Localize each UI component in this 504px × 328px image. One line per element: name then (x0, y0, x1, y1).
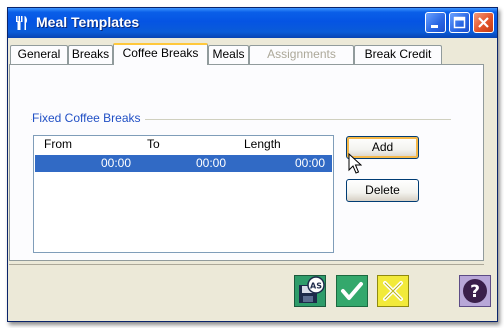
minimize-button[interactable] (425, 12, 446, 33)
coffee-breaks-list[interactable]: From To Length 00:00 00:00 00:00 (33, 135, 334, 253)
column-header-to[interactable]: To (147, 137, 160, 151)
save-as-button[interactable]: AS (294, 275, 326, 307)
close-icon (478, 17, 489, 28)
column-header-from[interactable]: From (44, 137, 72, 151)
tab-break-credit[interactable]: Break Credit (354, 45, 442, 64)
svg-text:?: ? (470, 282, 480, 302)
cancel-x-icon (377, 275, 409, 307)
tab-general[interactable]: General (10, 45, 68, 64)
column-header-length[interactable]: Length (244, 137, 281, 151)
cancel-button[interactable] (377, 275, 409, 307)
window-title: Meal Templates (36, 14, 140, 30)
delete-button[interactable]: Delete (346, 179, 419, 202)
tab-meals[interactable]: Meals (208, 45, 249, 64)
maximize-button[interactable] (449, 12, 470, 33)
minimize-icon (431, 25, 438, 28)
table-row[interactable]: 00:00 00:00 00:00 (35, 155, 332, 172)
tab-breaks[interactable]: Breaks (68, 45, 113, 64)
ok-button[interactable] (336, 275, 368, 307)
title-bar[interactable]: Meal Templates (8, 8, 497, 38)
svg-text:AS: AS (310, 282, 322, 291)
group-title-fixed-coffee-breaks: Fixed Coffee Breaks (32, 111, 145, 125)
footer-divider (9, 264, 484, 265)
tab-assignments: Assignments (249, 45, 354, 64)
help-question-icon: ? (459, 275, 491, 307)
fork-knife-icon (16, 16, 28, 30)
cell-from: 00:00 (101, 156, 132, 170)
help-button[interactable]: ? (459, 275, 491, 307)
close-button[interactable] (473, 12, 494, 33)
mouse-cursor-icon (348, 153, 362, 174)
cell-length: 00:00 (295, 156, 326, 170)
maximize-icon (453, 16, 466, 29)
save-as-icon: AS (294, 275, 326, 307)
cell-to: 00:00 (196, 156, 227, 170)
ok-check-icon (336, 275, 368, 307)
tab-coffee-breaks[interactable]: Coffee Breaks (113, 43, 208, 65)
